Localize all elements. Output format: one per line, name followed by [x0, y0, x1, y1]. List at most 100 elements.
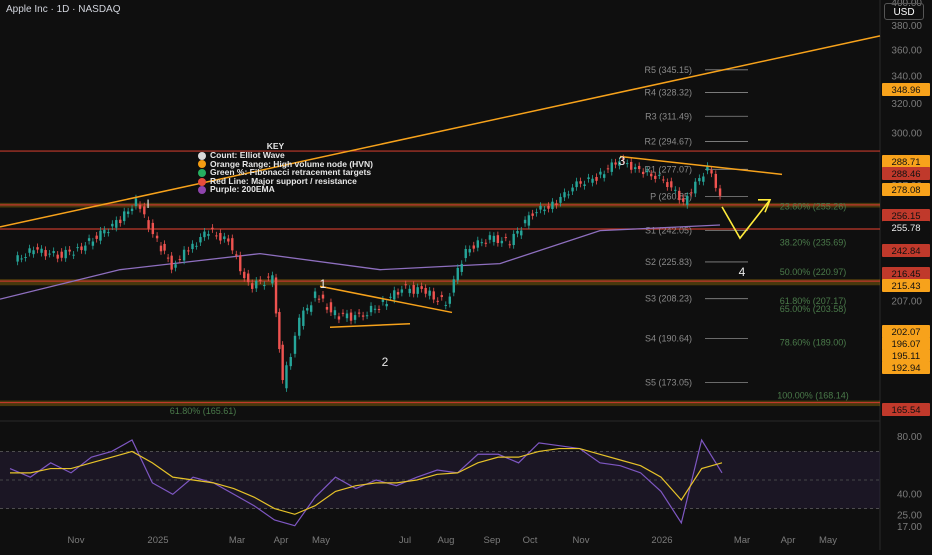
- y-tick-label: 320.00: [891, 99, 922, 110]
- candle: [138, 204, 142, 209]
- candle: [178, 259, 182, 261]
- y-tick-label: 360.00: [891, 46, 922, 57]
- candle: [686, 196, 689, 206]
- candle: [321, 294, 325, 299]
- pivot-label: S2 (225.83): [645, 257, 692, 267]
- fib-label: 50.00% (220.97): [780, 267, 847, 277]
- candle: [48, 253, 51, 255]
- candle: [115, 220, 118, 228]
- price-label: 196.07: [891, 339, 920, 350]
- pivot-label: R4 (328.32): [644, 87, 692, 97]
- candle: [99, 230, 102, 241]
- rsi-tick-label: 80.00: [897, 432, 922, 443]
- candle: [32, 250, 35, 255]
- candle: [239, 255, 242, 272]
- candle: [626, 163, 629, 165]
- candle: [654, 175, 657, 179]
- candle: [147, 220, 150, 229]
- candle: [641, 171, 645, 175]
- chart-container[interactable]: 400.00380.00360.00340.00320.00300.00283.…: [0, 0, 932, 550]
- candle: [302, 310, 305, 326]
- fib-label: 100.00% (168.14): [777, 391, 849, 401]
- candle: [215, 235, 218, 237]
- price-label: 216.45: [891, 269, 920, 280]
- candle: [710, 170, 713, 174]
- candle: [223, 236, 226, 240]
- candle: [504, 237, 508, 239]
- candle: [603, 174, 606, 178]
- candle: [111, 223, 114, 227]
- x-tick-label: 2025: [147, 535, 168, 546]
- candle: [637, 165, 641, 170]
- candle: [424, 287, 427, 294]
- x-tick-label: Nov: [573, 535, 590, 546]
- candle: [166, 257, 170, 259]
- candle: [516, 230, 519, 234]
- wave-label: 2: [382, 355, 389, 369]
- candle: [87, 238, 91, 241]
- candle: [56, 254, 59, 259]
- candle: [199, 237, 202, 243]
- candle: [523, 219, 527, 224]
- candle: [174, 264, 177, 268]
- candle: [484, 242, 488, 244]
- candle: [130, 208, 134, 212]
- fib-label: 61.80% (165.61): [170, 406, 237, 416]
- fib-label: 78.60% (189.00): [780, 338, 847, 348]
- candle: [357, 312, 361, 314]
- candle: [535, 212, 538, 214]
- candle: [702, 176, 705, 182]
- candle: [107, 232, 110, 234]
- price-label: 256.15: [891, 211, 920, 222]
- candle: [456, 267, 459, 281]
- candle: [134, 198, 138, 206]
- candle: [614, 162, 617, 165]
- y-tick-label: 207.00: [891, 296, 922, 307]
- x-tick-label: Oct: [523, 535, 538, 546]
- candle: [496, 235, 500, 243]
- candle: [468, 249, 471, 253]
- candle: [247, 273, 250, 283]
- x-tick-label: Apr: [781, 535, 796, 546]
- candle: [571, 187, 574, 192]
- x-tick-label: Mar: [229, 535, 245, 546]
- x-tick-label: May: [819, 535, 837, 546]
- hvn-band: [0, 400, 880, 407]
- key-dot-icon: [198, 151, 206, 160]
- candle: [488, 235, 492, 240]
- candle: [650, 173, 653, 177]
- candle: [377, 308, 381, 310]
- candle: [464, 248, 467, 259]
- candle: [195, 245, 198, 247]
- price-label: 255.78: [891, 223, 920, 234]
- wave-label: 4: [739, 265, 746, 279]
- candle: [24, 257, 27, 259]
- candle: [231, 238, 234, 251]
- candle: [428, 290, 431, 296]
- candle: [452, 279, 455, 293]
- price-label: 215.43: [891, 281, 920, 292]
- candle: [563, 192, 566, 198]
- candle: [159, 245, 163, 252]
- candle: [187, 250, 190, 252]
- currency-button[interactable]: USD: [884, 3, 924, 20]
- candle: [389, 296, 392, 298]
- candle: [432, 291, 435, 300]
- candle: [547, 205, 550, 209]
- candle: [404, 284, 407, 286]
- candle: [211, 227, 214, 230]
- price-chart-svg[interactable]: 400.00380.00360.00340.00320.00300.00283.…: [0, 0, 932, 550]
- candle: [219, 232, 222, 241]
- candle: [698, 178, 701, 182]
- pivot-label: S3 (208.23): [645, 294, 692, 304]
- candle: [416, 287, 419, 294]
- candle: [444, 304, 448, 306]
- candle: [448, 296, 452, 304]
- rsi-tick-label: 40.00: [897, 489, 922, 500]
- wave-label: 3: [619, 154, 626, 168]
- candle: [155, 235, 159, 239]
- candle: [251, 283, 254, 289]
- candle: [353, 315, 357, 320]
- candle: [476, 240, 479, 248]
- pivot-label: R3 (311.49): [645, 111, 692, 121]
